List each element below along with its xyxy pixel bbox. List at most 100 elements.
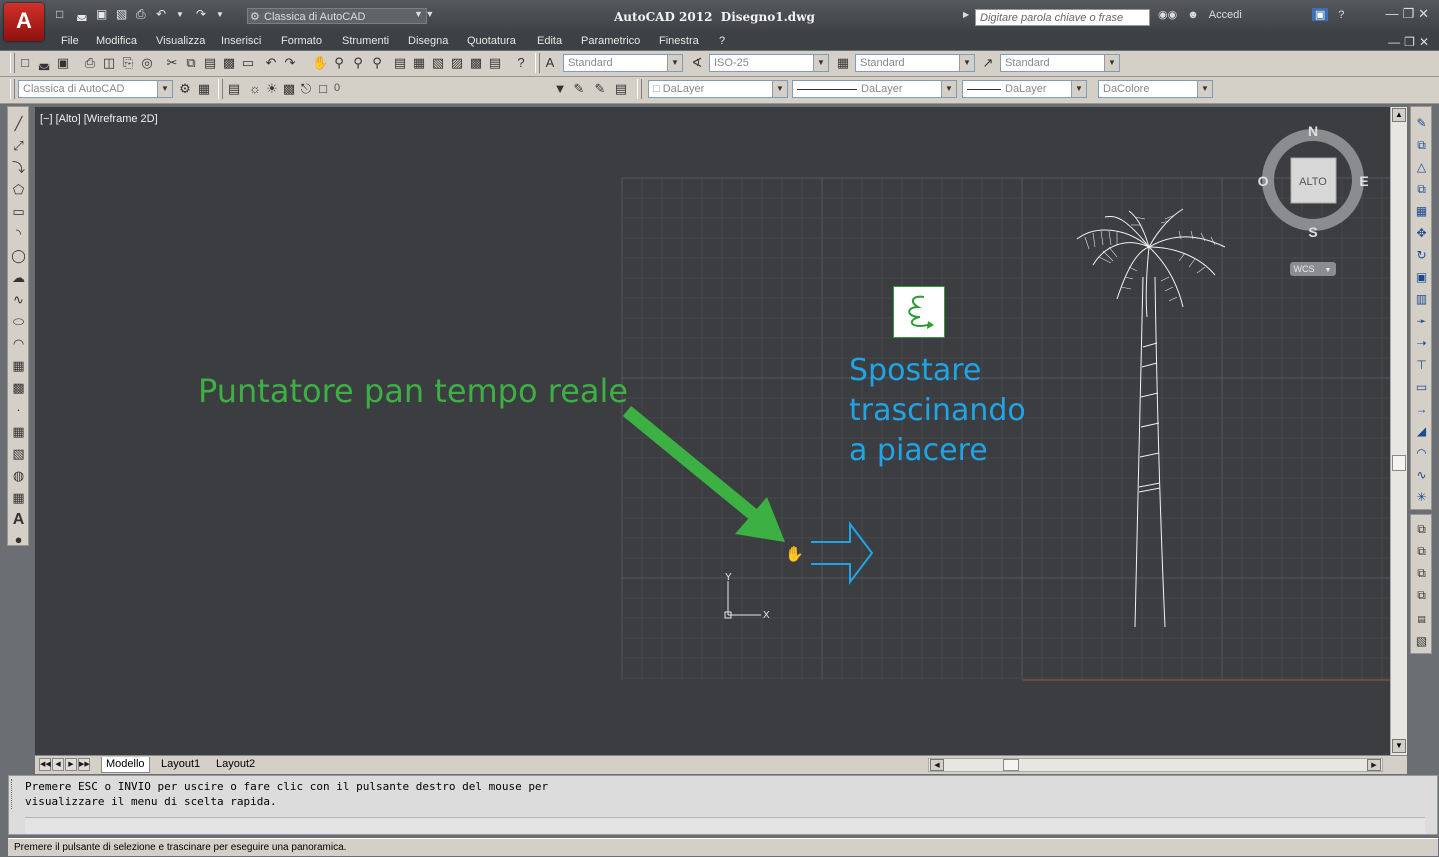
zoom-previous-icon[interactable]: ⚲ <box>369 55 385 71</box>
horizontal-scroll-thumb[interactable] <box>1003 759 1019 771</box>
previous-tab-button[interactable]: ◀ <box>52 758 64 771</box>
next-tab-button[interactable]: ▶ <box>65 758 77 771</box>
make-block-icon[interactable]: ▩ <box>10 379 27 396</box>
menu-strumenti[interactable]: Strumenti <box>342 35 389 47</box>
linetype-select[interactable]: DaLayer ▼ <box>792 80 957 98</box>
doc-close-icon[interactable]: ✕ <box>1419 35 1433 49</box>
binoculars-icon[interactable]: ◉◉ <box>1158 8 1177 21</box>
user-icon[interactable]: ☻ <box>1187 9 1199 21</box>
dim-style-icon[interactable]: ∢ <box>689 55 705 71</box>
menu-edita[interactable]: Edita <box>537 35 562 47</box>
close-icon[interactable]: ✕ <box>1418 6 1433 21</box>
rotate-icon[interactable]: ↻ <box>1413 247 1430 264</box>
vertical-scroll-thumb[interactable] <box>1392 455 1406 471</box>
scroll-up-button[interactable]: ▲ <box>1392 108 1406 122</box>
workspace-settings-icon[interactable]: ⚙ <box>177 81 193 97</box>
tool-palettes-icon[interactable]: ▧ <box>430 55 446 71</box>
menu-visualizza[interactable]: Visualizza <box>156 35 205 47</box>
hatch-icon[interactable]: ▦ <box>10 423 27 440</box>
circle-icon[interactable]: ◯ <box>10 247 27 264</box>
block-editor-icon[interactable]: ▭ <box>240 55 256 71</box>
dim-style-select[interactable]: ISO-25 ▼ <box>709 54 829 72</box>
point-icon[interactable]: · <box>10 401 27 418</box>
application-menu-button[interactable]: A <box>4 3 44 41</box>
add-selected-icon[interactable]: ● <box>10 531 27 548</box>
bring-to-front-icon[interactable]: ⧉ <box>1413 521 1430 538</box>
ellipse-icon[interactable]: ⬭ <box>10 313 27 330</box>
menu-disegna[interactable]: Disegna <box>408 35 448 47</box>
layer-previous-icon[interactable]: ✎ <box>592 81 608 97</box>
match-properties-icon[interactable]: ▩ <box>221 55 237 71</box>
explode-icon[interactable]: ✳ <box>1413 489 1430 506</box>
break-icon[interactable]: ▭ <box>1413 379 1430 396</box>
toolbar-grip[interactable] <box>535 53 540 73</box>
rectangle-icon[interactable]: ▭ <box>10 203 27 220</box>
customize-icon[interactable]: ▦ <box>196 81 212 97</box>
ellipse-arc-icon[interactable]: ◠ <box>10 335 27 352</box>
color-select[interactable]: □ DaLayer ▼ <box>648 80 788 98</box>
tab-layout2[interactable]: Layout2 <box>212 757 259 772</box>
send-under-icon[interactable]: ⧉ <box>1413 587 1430 604</box>
save-as-icon[interactable]: ▧ <box>116 8 129 21</box>
doc-minimize-icon[interactable]: — <box>1388 35 1404 49</box>
search-expand-icon[interactable]: ▶ <box>963 10 969 19</box>
text-to-front-icon[interactable]: ▤ <box>1413 611 1430 628</box>
tab-layout1[interactable]: Layout1 <box>157 757 204 772</box>
bring-above-icon[interactable]: ⧉ <box>1413 565 1430 582</box>
search-input[interactable]: Digitare parola chiave o frase <box>975 9 1150 26</box>
layer-viewport-icon[interactable]: ▩ <box>281 81 297 97</box>
layer-select[interactable]: 0 <box>330 80 550 98</box>
chamfer-icon[interactable]: ◢ <box>1413 423 1430 440</box>
layer-lock-icon[interactable]: ⎋ <box>298 81 314 97</box>
toolbar-grip[interactable] <box>218 79 223 99</box>
drawing-canvas[interactable]: [−] [Alto] [Wireframe 2D] Y X ✋ Puntator… <box>35 107 1390 755</box>
scale-icon[interactable]: ▣ <box>1413 269 1430 286</box>
workspace-dropdown-icon[interactable]: ▼ ▼ <box>414 9 434 19</box>
array-icon[interactable]: ▦ <box>1413 203 1430 220</box>
copy-object-icon[interactable]: ⧉ <box>1413 137 1430 154</box>
last-tab-button[interactable]: ▶▶ <box>78 758 90 771</box>
text-style-select[interactable]: Standard ▼ <box>563 54 683 72</box>
tab-modello[interactable]: Modello <box>101 757 150 773</box>
line-icon[interactable]: ╱ <box>10 115 27 132</box>
undo-icon[interactable]: ↶ <box>263 55 279 71</box>
toolbar-grip[interactable] <box>637 79 642 99</box>
move-icon[interactable]: ✥ <box>1413 225 1430 242</box>
toolbar-grip[interactable] <box>10 53 15 73</box>
redo-icon[interactable]: ↷ <box>196 8 209 21</box>
construction-line-icon[interactable]: ⤢ <box>10 137 27 154</box>
open-file-icon[interactable]: ◛ <box>76 8 89 21</box>
menu-modifica[interactable]: Modifica <box>96 35 137 47</box>
polyline-icon[interactable]: ⤵ <box>10 159 27 176</box>
make-current-layer-icon[interactable]: ✎ <box>571 81 587 97</box>
viewcube[interactable]: ALTO N S E O WCS ▼ <box>1258 120 1368 280</box>
chevron-down-icon[interactable]: ▼ <box>552 81 568 97</box>
break-at-point-icon[interactable]: ⊤ <box>1413 357 1430 374</box>
toolbar-grip[interactable] <box>10 79 15 99</box>
menu-quotatura[interactable]: Quotatura <box>467 35 516 47</box>
plot-preview-icon[interactable]: ◫ <box>101 55 117 71</box>
copy-icon[interactable]: ⧉ <box>183 55 199 71</box>
viewport-controls-label[interactable]: [−] [Alto] [Wireframe 2D] <box>40 113 158 125</box>
sheet-set-icon[interactable]: ▨ <box>449 55 465 71</box>
fillet-icon[interactable]: ◠ <box>1413 445 1430 462</box>
menu-help[interactable]: ? <box>719 35 725 47</box>
vertical-scrollbar[interactable]: ▲ ▼ <box>1390 107 1407 755</box>
menu-inserisci[interactable]: Inserisci <box>221 35 261 47</box>
quickcalc-icon[interactable]: ▤ <box>487 55 503 71</box>
plotstyle-select[interactable]: DaColore ▼ <box>1098 80 1213 98</box>
join-icon[interactable]: → <box>1413 401 1430 418</box>
send-to-back-icon[interactable]: ⧉ <box>1413 543 1430 560</box>
open-icon[interactable]: ◛ <box>36 55 52 71</box>
spline-icon[interactable]: ∿ <box>10 291 27 308</box>
mirror-icon[interactable]: △ <box>1413 159 1430 176</box>
markup-icon[interactable]: ▩ <box>468 55 484 71</box>
mleader-style-select[interactable]: Standard ▼ <box>1000 54 1120 72</box>
blend-curves-icon[interactable]: ∿ <box>1413 467 1430 484</box>
new-icon[interactable]: □ <box>17 55 33 71</box>
menu-formato[interactable]: Formato <box>281 35 322 47</box>
layer-freeze-icon[interactable]: ☀ <box>264 81 280 97</box>
pan-icon[interactable]: ✋ <box>312 55 328 71</box>
revision-cloud-icon[interactable]: ☁ <box>10 269 27 286</box>
gradient-icon[interactable]: ▧ <box>10 445 27 462</box>
